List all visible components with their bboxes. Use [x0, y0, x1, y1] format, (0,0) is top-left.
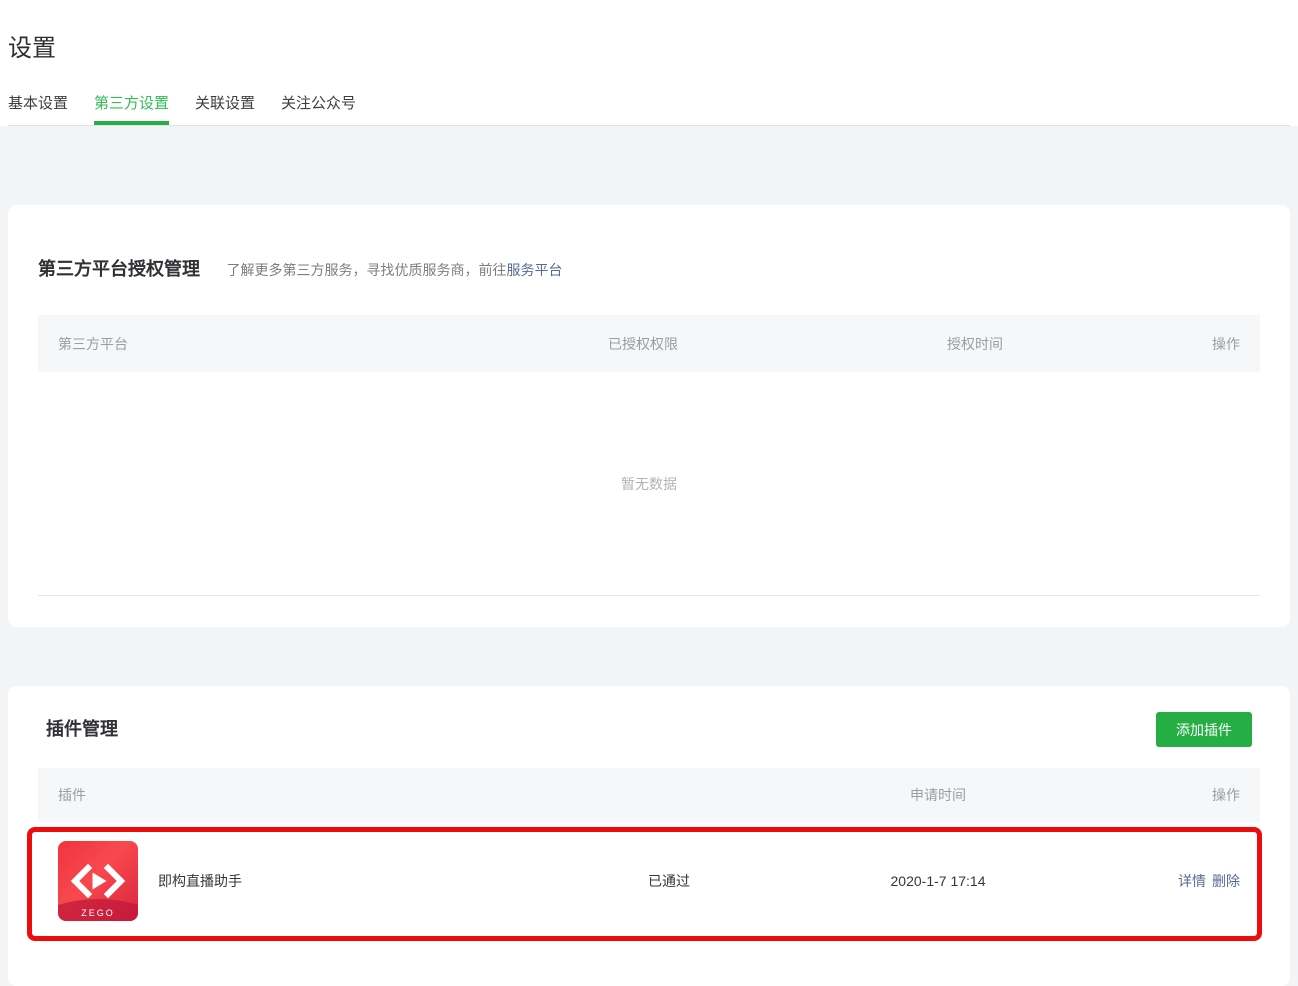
- auth-hint-text: 了解更多第三方服务，寻找优质服务商，前往: [226, 262, 507, 278]
- delete-link[interactable]: 删除: [1212, 873, 1240, 889]
- zego-plugin-icon: ZEGO: [58, 840, 138, 921]
- tab-follow-official-account[interactable]: 关注公众号: [281, 96, 356, 125]
- tab-association-settings[interactable]: 关联设置: [195, 96, 255, 125]
- plugin-actions: 详情 删除: [1048, 871, 1240, 891]
- plugin-card-head: 插件管理 添加插件: [8, 712, 1290, 747]
- auth-col-actions: 操作: [1212, 335, 1240, 352]
- plugin-cell: ZEGO 即构直播助手: [58, 840, 648, 921]
- plugin-col-actions: 操作: [1212, 787, 1240, 803]
- detail-link[interactable]: 详情: [1178, 873, 1206, 889]
- auth-management-card: 第三方平台授权管理 了解更多第三方服务，寻找优质服务商，前往服务平台 第三方平台…: [8, 205, 1290, 627]
- plugin-status: 已通过: [648, 872, 690, 889]
- plugin-col-apply-time: 申请时间: [910, 787, 966, 803]
- plugin-col-plugin: 插件: [58, 787, 86, 803]
- auth-table-header: 第三方平台 已授权权限 授权时间 操作: [38, 315, 1260, 372]
- auth-card-divider: [38, 595, 1260, 596]
- plugin-name: 即构直播助手: [158, 872, 242, 889]
- auth-col-platform: 第三方平台: [58, 335, 128, 352]
- plugin-card-title: 插件管理: [46, 719, 118, 739]
- auth-card-hint: 了解更多第三方服务，寻找优质服务商，前往服务平台: [226, 262, 562, 278]
- page-title: 设置: [8, 35, 56, 62]
- empty-state: 暂无数据: [621, 475, 677, 492]
- plugin-table-row[interactable]: ZEGO 即构直播助手 已通过 2020-1-7 17:14 详情 删除: [38, 822, 1260, 939]
- tab-third-party-settings[interactable]: 第三方设置: [94, 96, 170, 125]
- tabs-bar: 基本设置 第三方设置 关联设置 关注公众号: [8, 96, 1290, 126]
- auth-card-title: 第三方平台授权管理: [38, 259, 200, 279]
- add-plugin-button[interactable]: 添加插件: [1156, 712, 1252, 747]
- svg-text:ZEGO: ZEGO: [81, 908, 115, 918]
- settings-header: 设置 基本设置 第三方设置 关联设置 关注公众号: [0, 0, 1298, 126]
- service-platform-link[interactable]: 服务平台: [506, 262, 562, 278]
- auth-col-time: 授权时间: [947, 335, 1003, 352]
- auth-card-head: 第三方平台授权管理 了解更多第三方服务，寻找优质服务商，前往服务平台: [38, 257, 1260, 282]
- tab-basic-settings[interactable]: 基本设置: [8, 96, 68, 125]
- settings-content: 第三方平台授权管理 了解更多第三方服务，寻找优质服务商，前往服务平台 第三方平台…: [0, 126, 1298, 986]
- plugin-management-card: 插件管理 添加插件 插件 申请时间 操作 ZEGO 即构直播助手 已通过 202…: [8, 686, 1290, 986]
- auth-col-permissions: 已授权权限: [608, 335, 678, 352]
- plugin-apply-time: 2020-1-7 17:14: [890, 872, 986, 889]
- plugin-table-header: 插件 申请时间 操作: [38, 768, 1260, 822]
